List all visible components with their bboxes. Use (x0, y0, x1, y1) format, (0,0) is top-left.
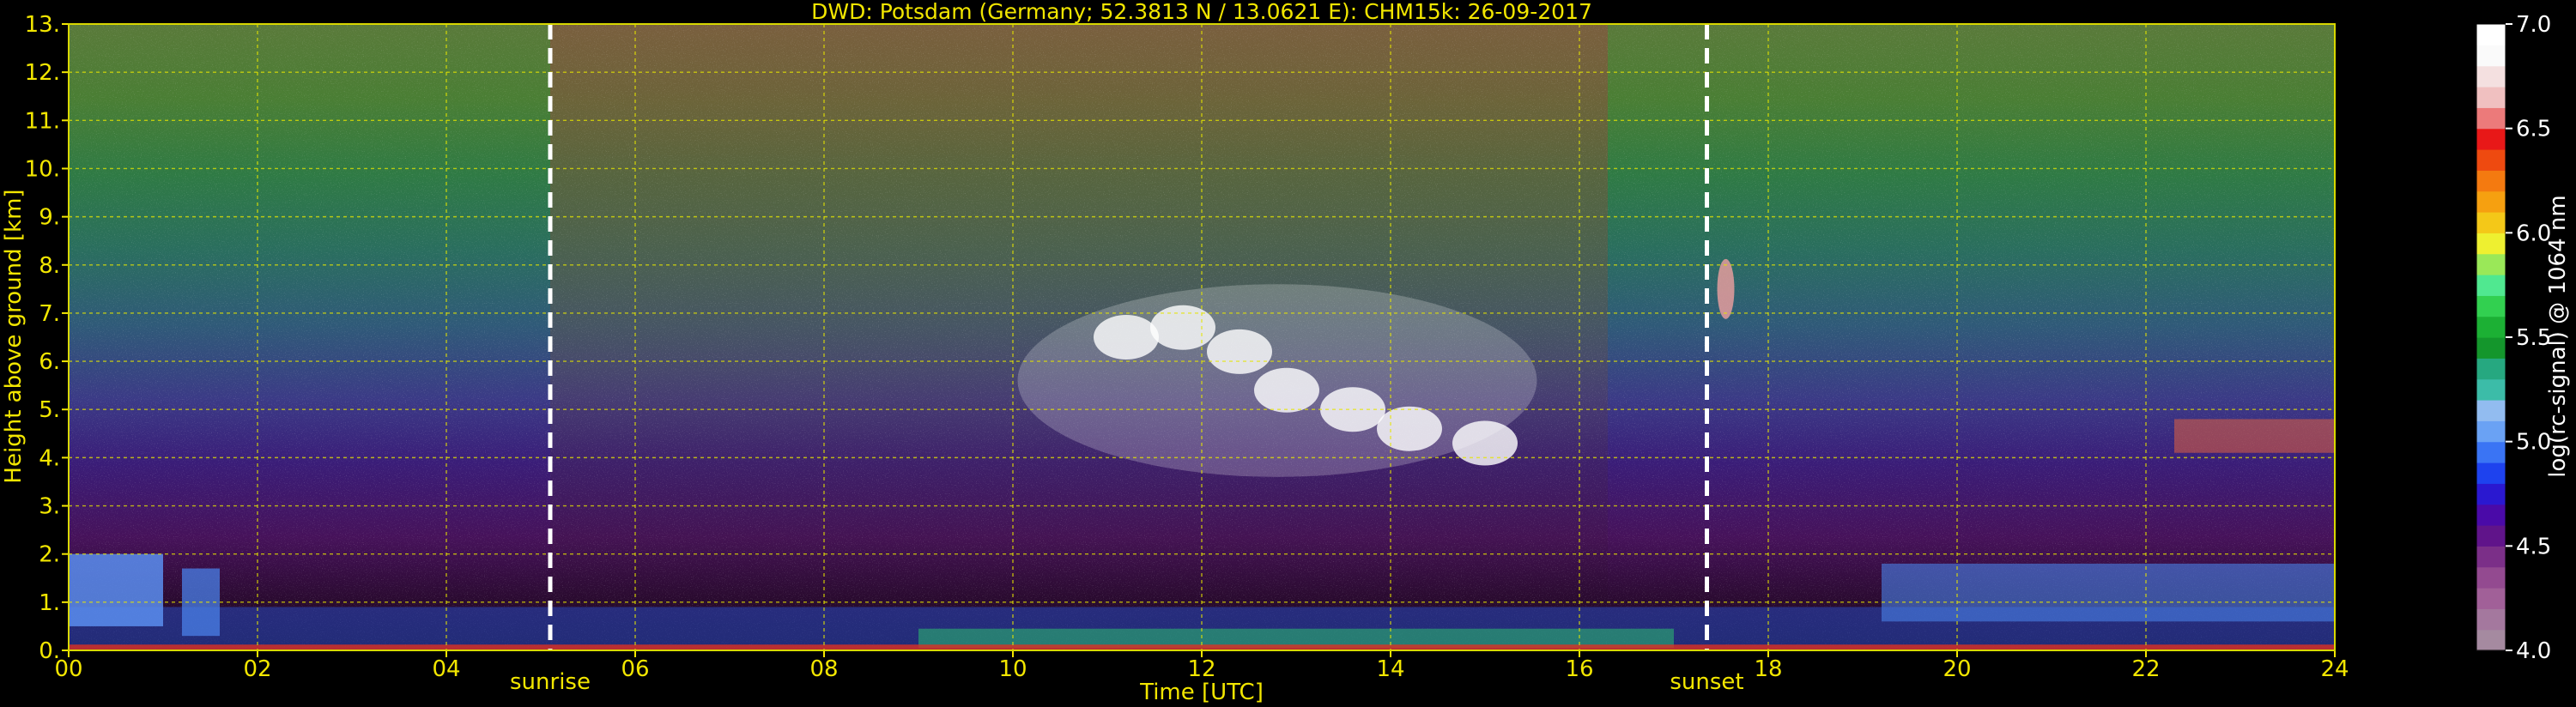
x-tick-label: 12 (1187, 656, 1215, 682)
colorbar-segment (2476, 233, 2506, 255)
y-tick-label: 8. (39, 253, 60, 279)
x-tick-label: 24 (2320, 656, 2349, 682)
colorbar-segment (2476, 149, 2506, 171)
y-tick-label: 1. (39, 590, 60, 616)
sunrise-label: sunrise (510, 669, 591, 695)
feature-residual-layer (69, 553, 163, 626)
chart-title: DWD: Potsdam (Germany; 52.3813 N / 13.06… (811, 0, 1592, 24)
x-tick-label: 10 (998, 656, 1027, 682)
sunset-label: sunset (1670, 669, 1743, 695)
colorbar-segment (2476, 420, 2506, 443)
colorbar-segment (2476, 525, 2506, 547)
colorbar-tick-label: 7.0 (2516, 12, 2551, 38)
y-tick-label: 2. (39, 542, 60, 568)
y-tick-label: 12. (25, 60, 60, 86)
colorbar-segment (2476, 629, 2506, 651)
colorbar-segment (2476, 45, 2506, 67)
y-tick-label: 5. (39, 397, 60, 423)
colorbar-segment (2476, 588, 2506, 609)
y-tick-label: 10. (25, 156, 60, 182)
y-tick-label: 4. (39, 445, 60, 471)
colorbar-segment (2476, 608, 2506, 631)
feature-aerosol-layer (1882, 563, 2335, 622)
colorbar-segment (2476, 128, 2506, 150)
colorbar-segment (2476, 546, 2506, 568)
cirrus-patch (1254, 367, 1319, 413)
colorbar-segment (2476, 441, 2506, 463)
cirrus-patch (1452, 420, 1518, 466)
x-tick-label: 14 (1376, 656, 1404, 682)
cirrus-patch (1377, 406, 1442, 451)
cirrus-patch (1207, 329, 1272, 374)
feature-elevated-layer (2174, 419, 2335, 453)
colorbar-segment (2476, 190, 2506, 213)
x-tick-label: 04 (432, 656, 460, 682)
x-tick-label: 08 (809, 656, 838, 682)
colorbar-segment (2476, 378, 2506, 401)
colorbar: 4.04.55.05.56.06.57.0 (2476, 12, 2551, 664)
colorbar-segment (2476, 295, 2506, 317)
colorbar-label: log(rc-signal) @ 1064 nm (2545, 195, 2571, 477)
colorbar-segment (2476, 212, 2506, 233)
colorbar-tick-label: 4.5 (2516, 534, 2551, 559)
colorbar-segment (2476, 24, 2506, 45)
x-tick-label: 22 (2131, 656, 2160, 682)
x-tick-label: 06 (621, 656, 649, 682)
colorbar-segment (2476, 504, 2506, 526)
colorbar-tick-label: 4.0 (2516, 638, 2551, 664)
cirrus-patch (1094, 315, 1159, 360)
y-tick-label: 3. (39, 494, 60, 520)
x-tick-label: 16 (1565, 656, 1593, 682)
lidar-chart: sunrise sunset 0.1.2.3.4.5.6.7.8.9.10.11.… (1, 0, 2571, 705)
y-tick-label: 13. (25, 12, 60, 38)
y-tick-label: 7. (39, 301, 60, 327)
cirrus-patch (1150, 305, 1215, 350)
x-tick-label: 02 (243, 656, 271, 682)
colorbar-segment (2476, 87, 2506, 108)
colorbar-segment (2476, 462, 2506, 484)
colorbar-segment (2476, 400, 2506, 421)
x-tick-label: 18 (1754, 656, 1782, 682)
colorbar-segment (2476, 275, 2506, 296)
colorbar-segment (2476, 483, 2506, 505)
colorbar-segment (2476, 65, 2506, 88)
colorbar-tick-label: 6.5 (2516, 117, 2551, 142)
x-tick-label: 00 (54, 656, 82, 682)
x-tick-label: 20 (1943, 656, 1971, 682)
colorbar-segment (2476, 337, 2506, 359)
colorbar-segment (2476, 253, 2506, 275)
y-tick-label: 11. (25, 108, 60, 134)
feature-cloud-fragment (1717, 258, 1735, 319)
colorbar-segment (2476, 358, 2506, 380)
colorbar-segment (2476, 566, 2506, 589)
y-tick-label: 6. (39, 349, 60, 375)
y-tick-label: 9. (39, 205, 60, 231)
colorbar-segment (2476, 170, 2506, 192)
x-axis-label: Time [UTC] (1139, 680, 1264, 705)
colorbar-segment (2476, 107, 2506, 130)
colorbar-segment (2476, 316, 2506, 338)
y-axis-label: Height above ground [km] (1, 189, 27, 483)
